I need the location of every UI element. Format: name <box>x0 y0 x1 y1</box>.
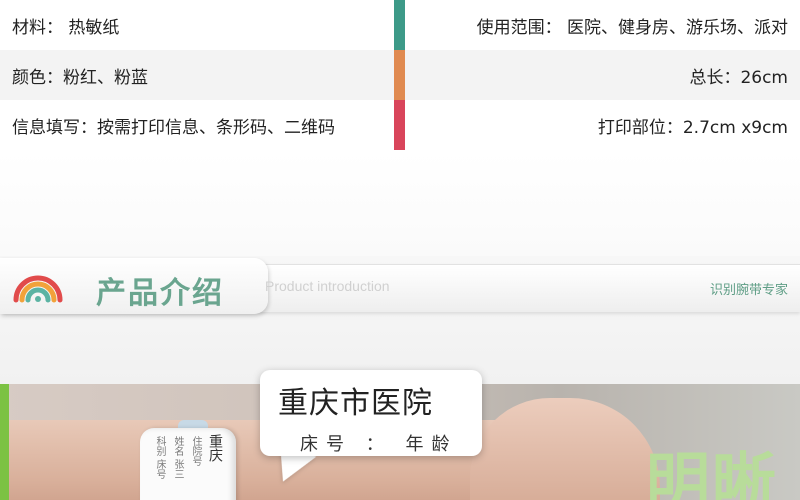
spec-row: 信息填写：按需打印信息、条形码、二维码 打印部位：2.7cm x9cm <box>0 100 800 150</box>
section-tagline: 识别腕带专家 <box>709 283 788 298</box>
bubble-hospital-name: 重庆市医院 <box>278 386 433 421</box>
spacer <box>0 152 800 256</box>
spec-material: 材料： 热敏纸 <box>12 17 120 38</box>
wristband-text: 重庆 <box>207 434 223 462</box>
rainbow-arc-logo-icon <box>13 275 63 303</box>
spec-length: 总长：26cm <box>689 67 788 88</box>
spec-table: 材料： 热敏纸 使用范围： 医院、健身房、游乐场、派对 颜色：粉红、粉蓝 总长：… <box>0 0 800 152</box>
spec-color: 颜色：粉红、粉蓝 <box>12 67 148 88</box>
headline-word: 明晰 <box>646 447 778 500</box>
wristband-text: 姓名 张三 <box>172 436 183 480</box>
wristband-text: 科别 床号 <box>154 436 165 480</box>
wristband-text: 住院号 <box>190 436 201 466</box>
section-subtitle: Product introduction <box>265 278 390 294</box>
spec-color-bar <box>394 50 405 100</box>
spec-info: 信息填写：按需打印信息、条形码、二维码 <box>12 117 335 138</box>
spec-usage: 使用范围： 医院、健身房、游乐场、派对 <box>476 17 788 38</box>
spec-row: 材料： 热敏纸 使用范围： 医院、健身房、游乐场、派对 <box>0 0 800 50</box>
spec-color-bar <box>394 100 405 150</box>
spec-print-area: 打印部位：2.7cm x9cm <box>597 117 788 138</box>
photo-accent-bar <box>0 384 9 500</box>
bubble-detail-line: 床号 ： 年龄 <box>300 434 458 455</box>
speech-bubble: 重庆市医院 床号 ： 年龄 <box>260 370 482 456</box>
spec-color-bar <box>394 0 405 50</box>
section-title: 产品介绍 <box>96 276 224 311</box>
wristband: 科别 床号 姓名 张三 住院号 重庆 <box>140 428 236 500</box>
spec-row: 颜色：粉红、粉蓝 总长：26cm <box>0 50 800 100</box>
